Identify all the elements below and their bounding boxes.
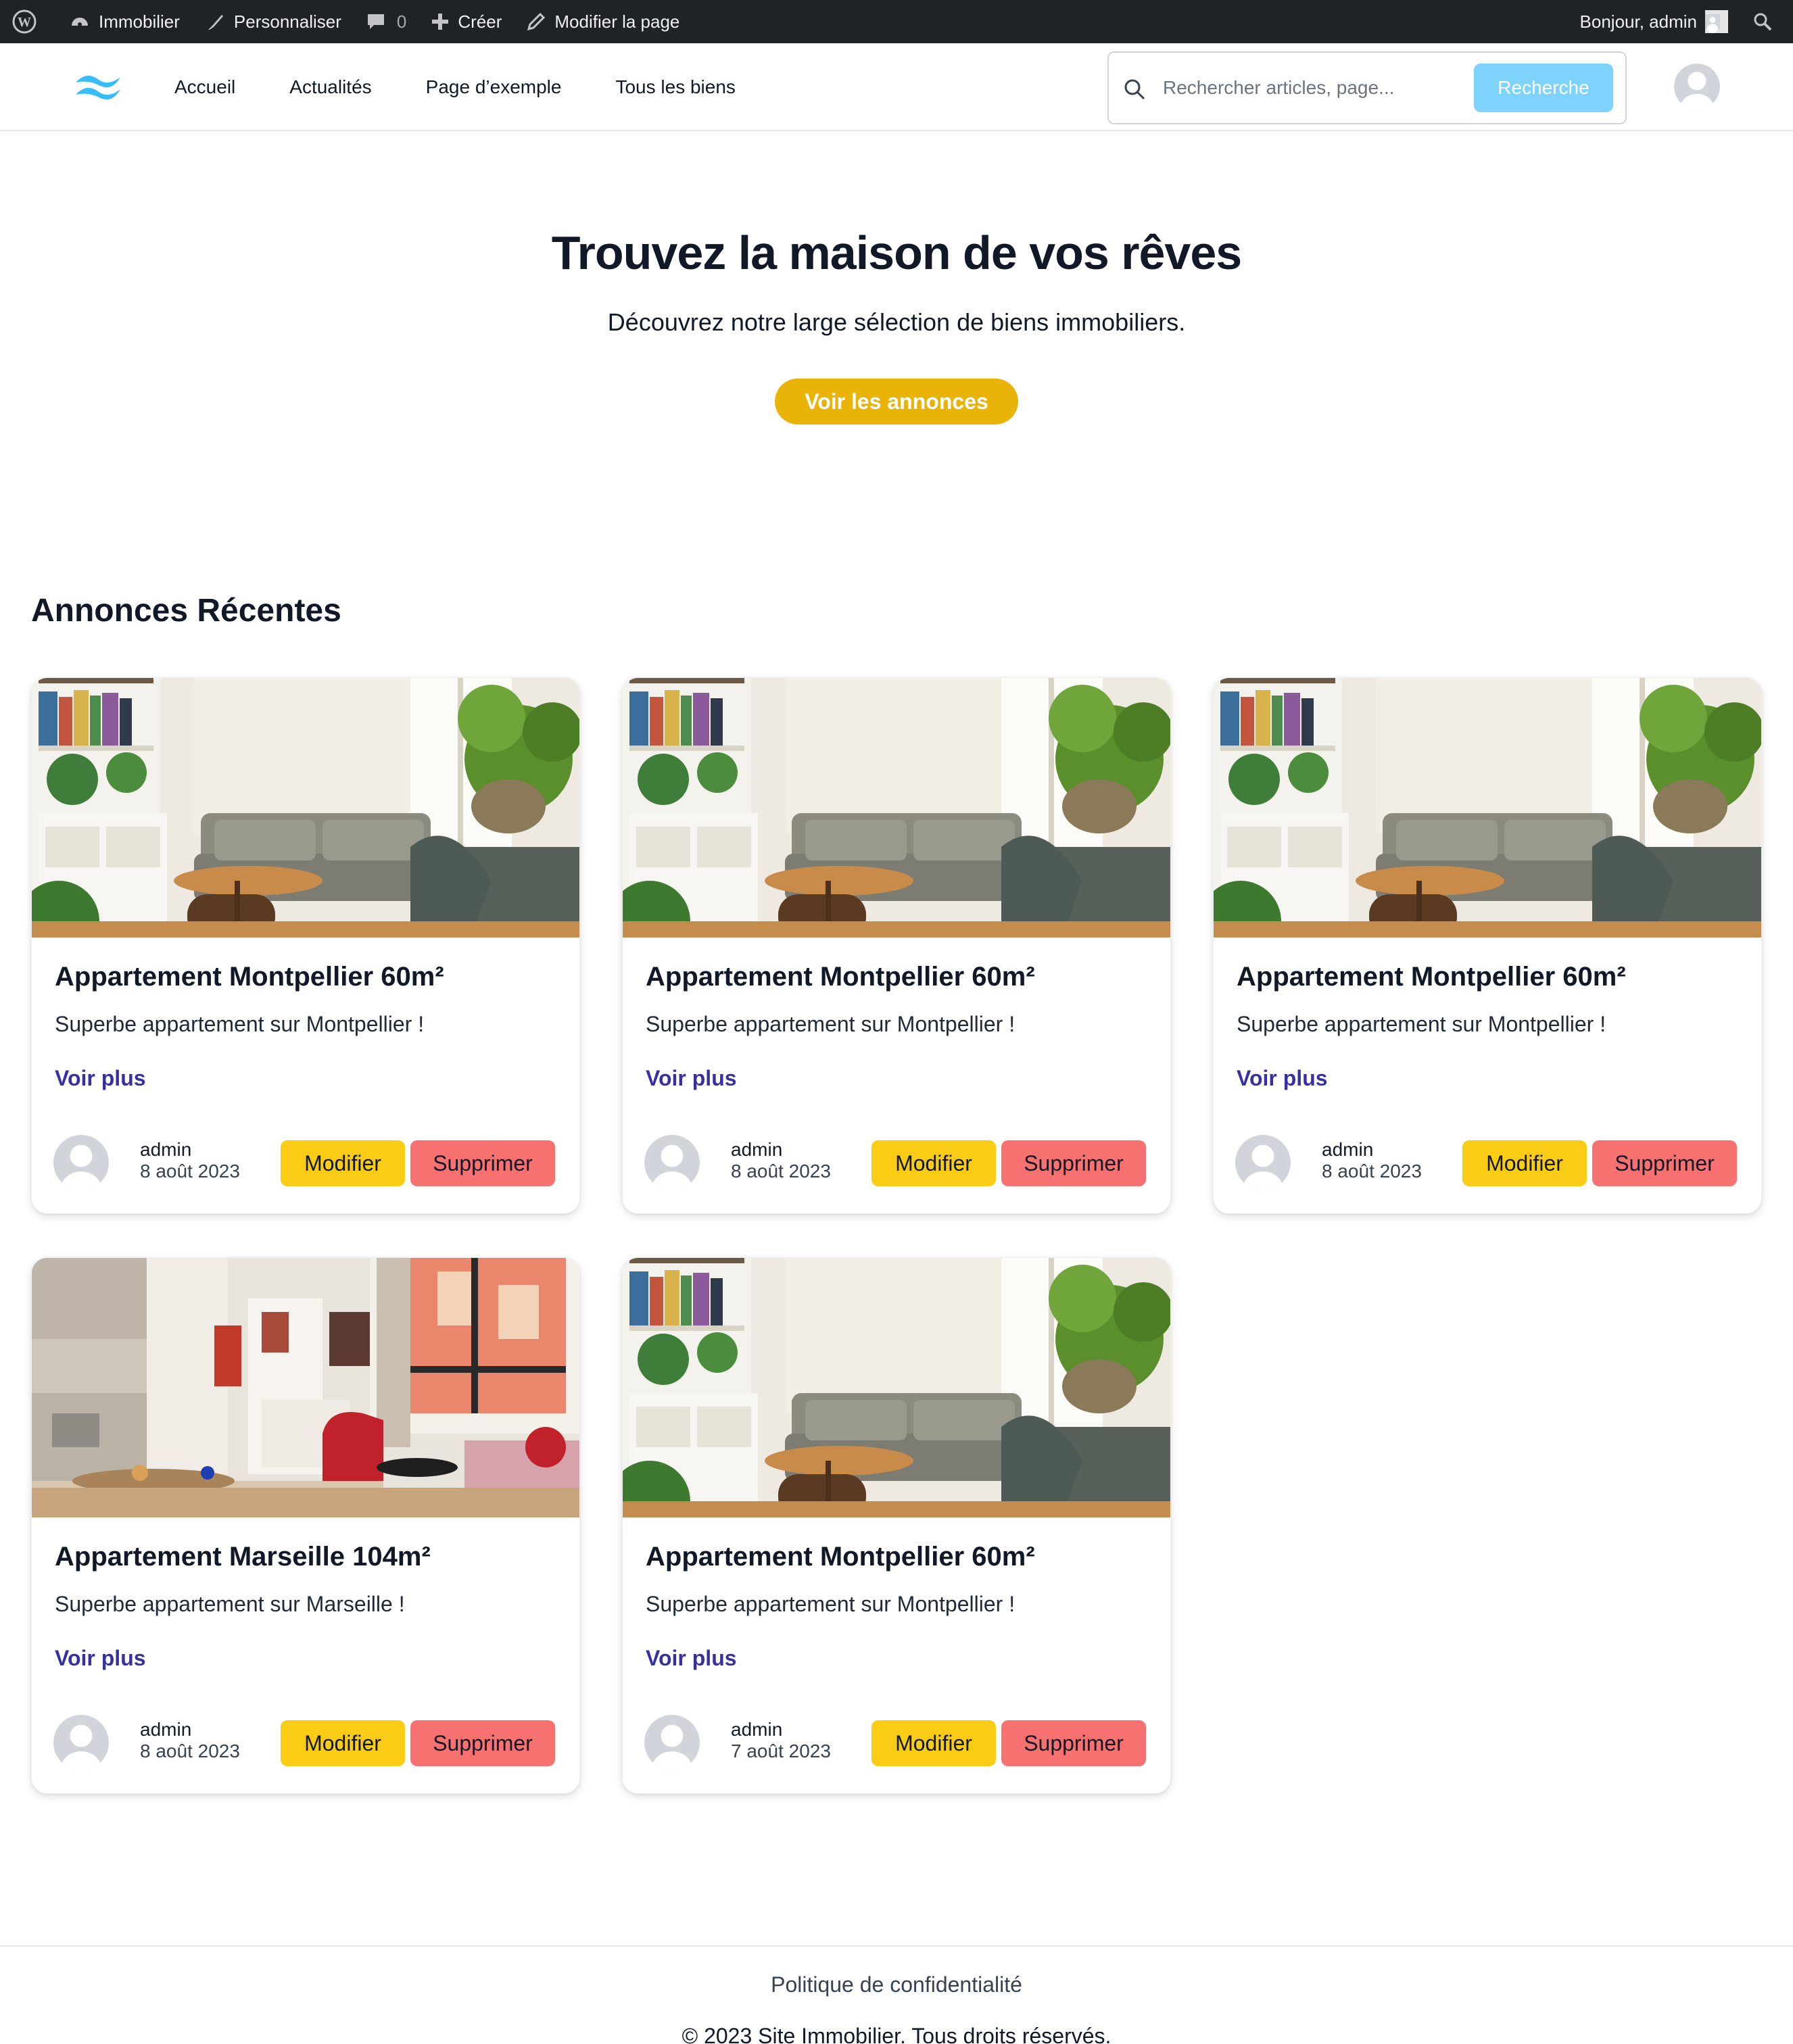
listing-description: Superbe appartement sur Montpellier ! xyxy=(646,1012,1015,1036)
author-name: admin xyxy=(140,1139,192,1160)
nav-item-accueil[interactable]: Accueil xyxy=(174,76,235,98)
listing-title: Appartement Montpellier 60m² xyxy=(55,962,444,992)
listing-date: 7 août 2023 xyxy=(731,1741,831,1761)
author-name: admin xyxy=(140,1719,192,1740)
see-more-link[interactable]: Voir plus xyxy=(55,1646,146,1671)
listing-image[interactable] xyxy=(623,678,1171,938)
see-more-link[interactable]: Voir plus xyxy=(1237,1066,1328,1091)
admin-bar-site-name[interactable]: Immobilier xyxy=(57,0,192,43)
listing-date: 8 août 2023 xyxy=(731,1161,831,1182)
delete-button[interactable]: Supprimer xyxy=(1592,1140,1737,1186)
author-name: admin xyxy=(1322,1139,1374,1160)
edit-button[interactable]: Modifier xyxy=(871,1140,996,1186)
search-input[interactable] xyxy=(1163,70,1447,105)
dashboard-icon xyxy=(72,18,88,26)
nav-item-tous-les-biens[interactable]: Tous les biens xyxy=(615,76,735,98)
hero-title: Trouvez la maison de vos rêves xyxy=(551,226,1242,279)
user-avatar[interactable] xyxy=(1674,64,1720,110)
create-label: Créer xyxy=(458,11,502,32)
site-header: Accueil Actualités Page d’exemple Tous l… xyxy=(0,43,1793,131)
listing-card: Appartement Montpellier 60m² Superbe app… xyxy=(622,677,1171,1214)
admin-bar-account[interactable]: Bonjour, admin xyxy=(1568,0,1740,43)
admin-bar-search-icon[interactable] xyxy=(1740,0,1793,43)
admin-bar-create[interactable]: Créer xyxy=(419,0,514,43)
listing-title: Appartement Marseille 104m² xyxy=(55,1542,431,1572)
author-name: admin xyxy=(731,1719,783,1740)
listing-description: Superbe appartement sur Montpellier ! xyxy=(55,1012,425,1036)
admin-avatar xyxy=(1705,10,1728,33)
brush-icon xyxy=(208,15,223,30)
privacy-policy-link[interactable]: Politique de confidentialité xyxy=(0,1972,1793,1997)
author-avatar xyxy=(644,1715,700,1770)
listing-description: Superbe appartement sur Montpellier ! xyxy=(1237,1012,1606,1036)
delete-button[interactable]: Supprimer xyxy=(1001,1720,1146,1766)
delete-button[interactable]: Supprimer xyxy=(410,1140,555,1186)
listing-description: Superbe appartement sur Montpellier ! xyxy=(646,1592,1015,1616)
edit-button[interactable]: Modifier xyxy=(871,1720,996,1766)
edit-button[interactable]: Modifier xyxy=(1462,1140,1587,1186)
author-avatar xyxy=(644,1135,700,1190)
plus-icon xyxy=(432,14,449,30)
comments-count: 0 xyxy=(396,11,407,32)
see-more-link[interactable]: Voir plus xyxy=(55,1066,146,1091)
copyright-text: © 2023 Site Immobilier. Tous droits rése… xyxy=(682,2024,1111,2044)
search-button[interactable]: Recherche xyxy=(1474,64,1613,112)
author-name: admin xyxy=(731,1139,783,1160)
see-listings-button[interactable]: Voir les annonces xyxy=(775,379,1018,424)
admin-bar: W Immobilier Personnaliser 0 Créer Modif… xyxy=(0,0,1793,43)
listing-card: Appartement Marseille 104m² Superbe appa… xyxy=(31,1257,580,1794)
listing-date: 8 août 2023 xyxy=(1322,1161,1422,1182)
search-icon xyxy=(1124,79,1145,100)
listing-description: Superbe appartement sur Marseille ! xyxy=(55,1592,405,1616)
listing-title: Appartement Montpellier 60m² xyxy=(646,962,1035,992)
pencil-icon xyxy=(527,12,546,31)
listing-image[interactable] xyxy=(623,1258,1171,1517)
author-avatar xyxy=(53,1135,109,1190)
delete-button[interactable]: Supprimer xyxy=(1001,1140,1146,1186)
site-footer: Politique de confidentialité © 2023 Site… xyxy=(0,1945,1793,2044)
listing-card: Appartement Montpellier 60m² Superbe app… xyxy=(622,1257,1171,1794)
edit-button[interactable]: Modifier xyxy=(281,1140,405,1186)
admin-bar-comments[interactable]: 0 xyxy=(354,0,419,43)
author-avatar xyxy=(53,1715,109,1770)
admin-bar-edit-page[interactable]: Modifier la page xyxy=(514,0,692,43)
nav-item-page-exemple[interactable]: Page d’exemple xyxy=(426,76,562,98)
listing-card: Appartement Montpellier 60m² Superbe app… xyxy=(31,677,580,1214)
nav-item-actualites[interactable]: Actualités xyxy=(289,76,371,98)
listing-title: Appartement Montpellier 60m² xyxy=(646,1542,1035,1572)
search-form: Recherche xyxy=(1107,51,1627,124)
listing-image[interactable] xyxy=(32,1258,580,1517)
author-avatar xyxy=(1235,1135,1291,1190)
see-more-link[interactable]: Voir plus xyxy=(646,1066,737,1091)
customize-label: Personnaliser xyxy=(233,11,341,32)
svg-text:W: W xyxy=(18,15,31,30)
listing-title: Appartement Montpellier 60m² xyxy=(1237,962,1626,992)
comment-icon xyxy=(367,14,384,29)
main-nav: Accueil Actualités Page d’exemple Tous l… xyxy=(174,43,790,131)
see-more-link[interactable]: Voir plus xyxy=(646,1646,737,1671)
delete-button[interactable]: Supprimer xyxy=(410,1720,555,1766)
site-name-label: Immobilier xyxy=(99,11,180,32)
hero-subtitle: Découvrez notre large sélection de biens… xyxy=(607,308,1186,336)
edit-button[interactable]: Modifier xyxy=(281,1720,405,1766)
edit-page-label: Modifier la page xyxy=(554,11,680,32)
wordpress-logo-icon[interactable]: W xyxy=(0,0,57,43)
listing-image[interactable] xyxy=(1214,678,1762,938)
section-title: Annonces Récentes xyxy=(31,593,341,629)
greeting-label: Bonjour, admin xyxy=(1579,11,1697,32)
site-logo-icon[interactable] xyxy=(73,69,124,103)
listing-date: 8 août 2023 xyxy=(140,1161,240,1182)
listing-image[interactable] xyxy=(32,678,580,938)
admin-bar-customize[interactable]: Personnaliser xyxy=(192,0,354,43)
listing-card: Appartement Montpellier 60m² Superbe app… xyxy=(1213,677,1762,1214)
listing-date: 8 août 2023 xyxy=(140,1741,240,1761)
